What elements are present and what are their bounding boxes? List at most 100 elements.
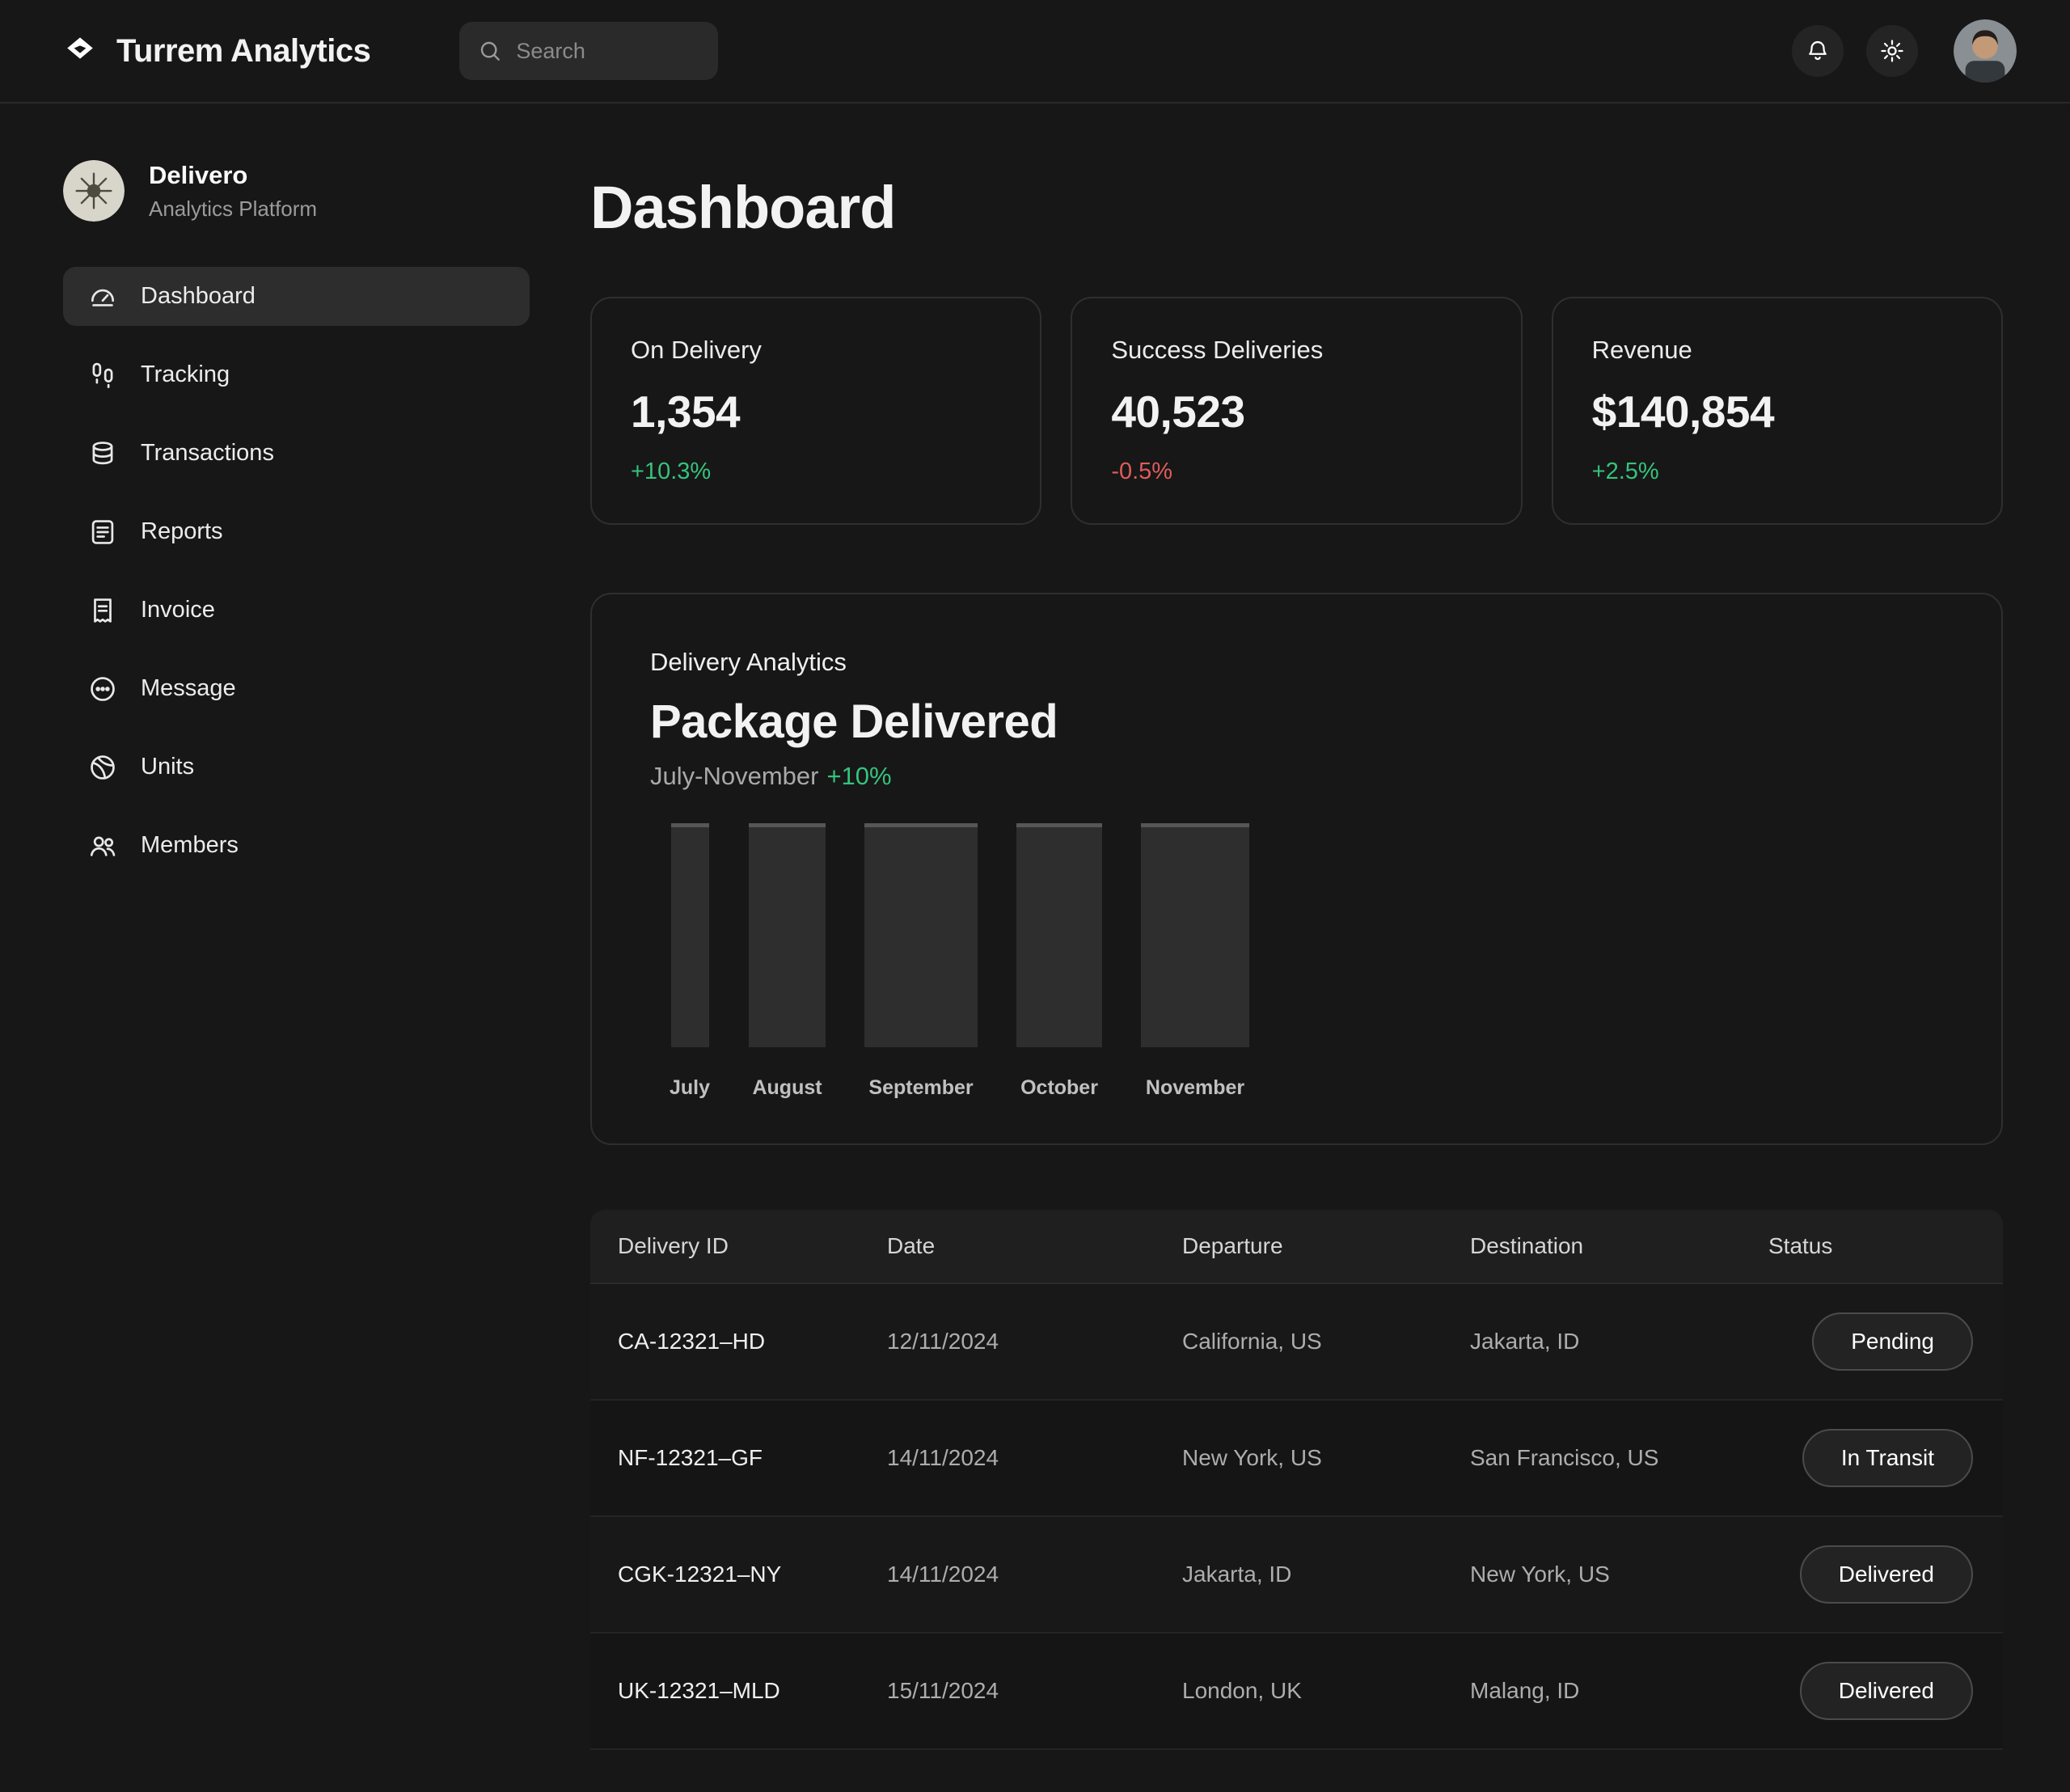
bar-label: August: [752, 1076, 822, 1100]
main-content: Dashboard On Delivery1,354+10.3%Success …: [590, 104, 2070, 1750]
dashboard-icon: [87, 281, 118, 312]
bar-label: October: [1020, 1076, 1098, 1100]
stat-delta: +10.3%: [631, 459, 1001, 485]
org-name: Delivero: [149, 161, 317, 190]
stat-cards: On Delivery1,354+10.3%Success Deliveries…: [590, 297, 2003, 525]
cell-status: Pending: [1768, 1312, 1973, 1371]
stat-label: On Delivery: [631, 336, 1001, 365]
cell-status: Delivered: [1768, 1662, 1973, 1720]
chart-eyebrow: Delivery Analytics: [650, 648, 1943, 677]
sidebar-item-reports[interactable]: Reports: [63, 502, 530, 561]
table-row: UK-12321–MLD15/11/2024London, UKMalang, …: [590, 1634, 2003, 1750]
cell-departure: California, US: [1182, 1329, 1470, 1355]
chart-range: July-November +10%: [650, 762, 1943, 791]
cell-date: 12/11/2024: [887, 1329, 1182, 1355]
cell-date: 14/11/2024: [887, 1562, 1182, 1587]
chart-card: Delivery Analytics Package Delivered Jul…: [590, 593, 2003, 1145]
chart-delta: +10%: [826, 762, 891, 790]
transactions-icon: [87, 438, 118, 469]
brand: Turrem Analytics: [63, 33, 370, 70]
reports-icon: [87, 517, 118, 547]
cell-destination: Jakarta, ID: [1470, 1329, 1768, 1355]
bar-chart: JulyAugustSeptemberOctoberNovember: [650, 823, 1943, 1100]
bar-column: November: [1141, 823, 1249, 1100]
notifications-button[interactable]: [1792, 25, 1844, 77]
bar-label: September: [868, 1076, 973, 1100]
table-header-cell: Status: [1768, 1233, 1973, 1259]
sidebar-item-invoice[interactable]: Invoice: [63, 581, 530, 640]
stat-value: 1,354: [631, 386, 1001, 437]
status-badge[interactable]: Delivered: [1800, 1545, 1973, 1604]
chart-title: Package Delivered: [650, 695, 1943, 749]
bar-column: September: [864, 823, 978, 1100]
table-row: CA-12321–HD12/11/2024California, USJakar…: [590, 1284, 2003, 1401]
tracking-icon: [87, 360, 118, 391]
org-logo: [63, 160, 125, 222]
top-bar: Turrem Analytics: [0, 0, 2070, 104]
cell-delivery-id: CGK-12321–NY: [618, 1562, 887, 1587]
status-badge[interactable]: In Transit: [1802, 1429, 1973, 1487]
status-badge[interactable]: Delivered: [1800, 1662, 1973, 1720]
chart-period: July-November: [650, 762, 818, 790]
sidebar-item-members[interactable]: Members: [63, 816, 530, 875]
sidebar-item-label: Members: [141, 832, 239, 859]
bell-icon: [1805, 38, 1831, 64]
stat-value: 40,523: [1111, 386, 1481, 437]
bar: [1016, 823, 1102, 1047]
message-icon: [87, 674, 118, 704]
cell-destination: Malang, ID: [1470, 1678, 1768, 1704]
sidebar-item-transactions[interactable]: Transactions: [63, 424, 530, 483]
table-header-cell: Date: [887, 1233, 1182, 1259]
sidebar-item-label: Message: [141, 675, 236, 702]
sidebar-item-units[interactable]: Units: [63, 738, 530, 797]
cell-departure: Jakarta, ID: [1182, 1562, 1470, 1587]
top-bar-actions: [1792, 19, 2017, 82]
cell-date: 15/11/2024: [887, 1678, 1182, 1704]
sidebar-item-label: Reports: [141, 518, 223, 545]
table-header-cell: Destination: [1470, 1233, 1768, 1259]
brand-logo-icon: [63, 34, 97, 68]
cell-delivery-id: NF-12321–GF: [618, 1445, 887, 1471]
stat-label: Revenue: [1592, 336, 1962, 365]
invoice-icon: [87, 595, 118, 626]
stat-delta: +2.5%: [1592, 459, 1962, 485]
deliveries-table: Delivery IDDateDepartureDestinationStatu…: [590, 1210, 2003, 1750]
stat-delta: -0.5%: [1111, 459, 1481, 485]
bar-column: October: [1016, 823, 1102, 1100]
cell-destination: San Francisco, US: [1470, 1445, 1768, 1471]
search-icon: [477, 38, 503, 64]
units-icon: [87, 752, 118, 783]
sidebar-item-dashboard[interactable]: Dashboard: [63, 267, 530, 326]
cell-departure: New York, US: [1182, 1445, 1470, 1471]
table-body: CA-12321–HD12/11/2024California, USJakar…: [590, 1284, 2003, 1750]
user-avatar[interactable]: [1954, 19, 2017, 82]
cell-status: Delivered: [1768, 1545, 1973, 1604]
page-title: Dashboard: [590, 173, 2003, 242]
org-profile: Delivero Analytics Platform: [63, 160, 590, 222]
settings-button[interactable]: [1866, 25, 1918, 77]
sidebar-item-message[interactable]: Message: [63, 659, 530, 718]
sidebar-item-label: Dashboard: [141, 283, 256, 310]
sidebar-menu: Dashboard Tracking Transactions Reports Invo…: [63, 267, 530, 875]
sidebar-item-tracking[interactable]: Tracking: [63, 345, 530, 404]
stat-card: Success Deliveries40,523-0.5%: [1071, 297, 1522, 525]
cell-departure: London, UK: [1182, 1678, 1470, 1704]
cell-status: In Transit: [1768, 1429, 1973, 1487]
cell-delivery-id: UK-12321–MLD: [618, 1678, 887, 1704]
bar: [864, 823, 978, 1047]
sidebar-item-label: Invoice: [141, 597, 215, 623]
brand-title: Turrem Analytics: [116, 33, 370, 70]
table-header-cell: Departure: [1182, 1233, 1470, 1259]
cell-date: 14/11/2024: [887, 1445, 1182, 1471]
bar-label: November: [1146, 1076, 1244, 1100]
bar: [671, 823, 709, 1047]
search-input[interactable]: [516, 39, 700, 64]
org-subtitle: Analytics Platform: [149, 197, 317, 222]
sidebar-item-label: Units: [141, 754, 194, 780]
search-box[interactable]: [459, 22, 718, 80]
table-row: NF-12321–GF14/11/2024New York, USSan Fra…: [590, 1401, 2003, 1517]
cell-destination: New York, US: [1470, 1562, 1768, 1587]
sidebar-item-label: Tracking: [141, 361, 230, 388]
status-badge[interactable]: Pending: [1812, 1312, 1973, 1371]
sidebar-item-label: Transactions: [141, 440, 274, 467]
